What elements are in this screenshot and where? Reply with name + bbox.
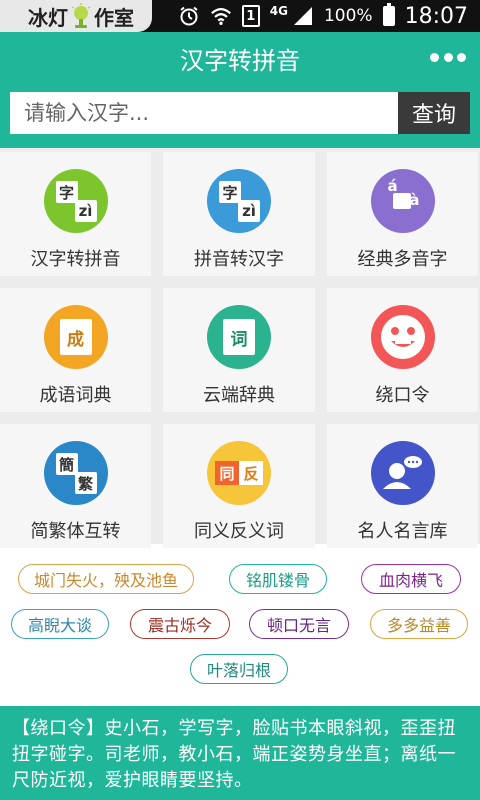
glyph-block bbox=[392, 193, 411, 209]
signal-icon bbox=[293, 7, 312, 25]
tile-cloud-dictionary[interactable]: 词 云端辞典 bbox=[163, 288, 315, 412]
idiom-tag[interactable]: 顿口无言 bbox=[249, 609, 349, 639]
book-cover: 成 bbox=[59, 319, 92, 355]
tile-pinyin-to-hanzi[interactable]: 字 zì 拼音转汉字 bbox=[163, 152, 315, 276]
cloud-dictionary-icon: 词 bbox=[207, 305, 271, 369]
tongue-twister-banner: 【绕口令】史小石，学写字，脸贴书本眼斜视，歪歪扭扭字碰字。司老师，教小石，端正姿… bbox=[0, 706, 480, 800]
search-button[interactable]: 查询 bbox=[398, 92, 470, 134]
dot bbox=[443, 52, 453, 62]
idiom-tag[interactable]: 震古烁今 bbox=[130, 609, 230, 639]
tile-idiom-dictionary[interactable]: 成 成语词典 bbox=[0, 288, 151, 412]
famous-quote-icon bbox=[370, 441, 435, 505]
more-dots-icon[interactable] bbox=[430, 46, 466, 68]
tile-simplified-traditional[interactable]: 簡 繁 简繁体互转 bbox=[0, 424, 151, 548]
smiley-face-icon bbox=[370, 305, 435, 369]
synonym-antonym-icon: 同 反 bbox=[207, 441, 271, 505]
tile-label: 成语词典 bbox=[39, 385, 112, 406]
tile-tongue-twister[interactable]: 绕口令 bbox=[327, 288, 478, 412]
network-type: 4G bbox=[269, 4, 288, 18]
glyph-pinyin: zì bbox=[74, 200, 97, 222]
search-bar: 查询 bbox=[10, 92, 470, 134]
person-speech-drawing bbox=[382, 456, 422, 489]
glyph-opposite: 反 bbox=[239, 461, 263, 485]
tile-famous-quotes[interactable]: 名人名言库 bbox=[327, 424, 478, 548]
lightbulb-icon bbox=[71, 3, 91, 28]
tile-hanzi-to-pinyin[interactable]: 字 zì 汉字转拼音 bbox=[0, 152, 151, 276]
idiom-tag[interactable]: 多多益善 bbox=[370, 609, 468, 639]
dot bbox=[430, 52, 439, 62]
tile-label: 汉字转拼音 bbox=[30, 249, 121, 270]
hanzi-to-pinyin-icon: 字 zì bbox=[43, 169, 108, 233]
book-cover: 词 bbox=[223, 319, 255, 355]
tile-synonym-antonym[interactable]: 同 反 同义反义词 bbox=[163, 424, 315, 548]
tile-label: 简繁体互转 bbox=[30, 521, 121, 542]
glyph-same: 同 bbox=[215, 461, 239, 485]
search-input[interactable] bbox=[10, 92, 398, 134]
alarm-icon bbox=[180, 6, 198, 26]
idiom-tag-cloud: 城门失火，殃及池鱼 铭肌镂骨 血肉横飞 高睨大谈 震古烁今 顿口无言 多多益善 … bbox=[0, 548, 480, 706]
glyph-pinyin: zì bbox=[238, 200, 260, 222]
brand-text-right: 作室 bbox=[94, 5, 134, 30]
feature-grid: 字 zì 汉字转拼音 字 zì 拼音转汉字 á à 经典多音字 成 成语词典 词… bbox=[0, 148, 480, 548]
idiom-book-icon: 成 bbox=[43, 305, 108, 369]
tile-label: 名人名言库 bbox=[357, 521, 448, 542]
tone-mark-right: à bbox=[409, 191, 420, 209]
idiom-tag[interactable]: 城门失火，殃及池鱼 bbox=[18, 564, 194, 594]
tile-polyphonic[interactable]: á à 经典多音字 bbox=[327, 152, 478, 276]
simplified-traditional-icon: 簡 繁 bbox=[43, 441, 108, 505]
battery-percent: 100% bbox=[323, 6, 373, 26]
wifi-icon bbox=[210, 8, 231, 25]
glyph-traditional: 簡 bbox=[55, 453, 78, 475]
glyph-char: 字 bbox=[55, 181, 78, 203]
sim-slot-icon: 1 bbox=[241, 5, 260, 27]
tile-label: 同义反义词 bbox=[194, 521, 284, 542]
clock: 18:07 bbox=[404, 3, 468, 29]
smiley-face-drawing bbox=[380, 315, 425, 359]
idiom-tag[interactable]: 叶落归根 bbox=[190, 654, 288, 684]
dot bbox=[457, 52, 466, 62]
battery-icon bbox=[382, 3, 395, 26]
idiom-tag[interactable]: 铭肌镂骨 bbox=[229, 564, 327, 594]
tile-label: 经典多音字 bbox=[357, 249, 448, 270]
idiom-tag[interactable]: 血肉横飞 bbox=[361, 564, 461, 594]
pinyin-to-hanzi-icon: 字 zì bbox=[207, 169, 271, 233]
brand-text-left: 冰灯 bbox=[28, 5, 68, 30]
status-bar: 冰灯 作室 1 4G 100% 18:07 bbox=[0, 0, 480, 32]
status-icons: 1 4G 100% 18:07 bbox=[178, 0, 468, 32]
tile-label: 绕口令 bbox=[375, 385, 430, 406]
idiom-tag[interactable]: 高睨大谈 bbox=[11, 609, 109, 639]
app-brand-logo: 冰灯 作室 bbox=[0, 0, 152, 32]
tile-label: 拼音转汉字 bbox=[194, 249, 284, 270]
polyphonic-icon: á à bbox=[370, 169, 435, 233]
page-title: 汉字转拼音 bbox=[180, 46, 300, 75]
tile-label: 云端辞典 bbox=[203, 385, 275, 406]
glyph-complex: 繁 bbox=[74, 472, 97, 494]
